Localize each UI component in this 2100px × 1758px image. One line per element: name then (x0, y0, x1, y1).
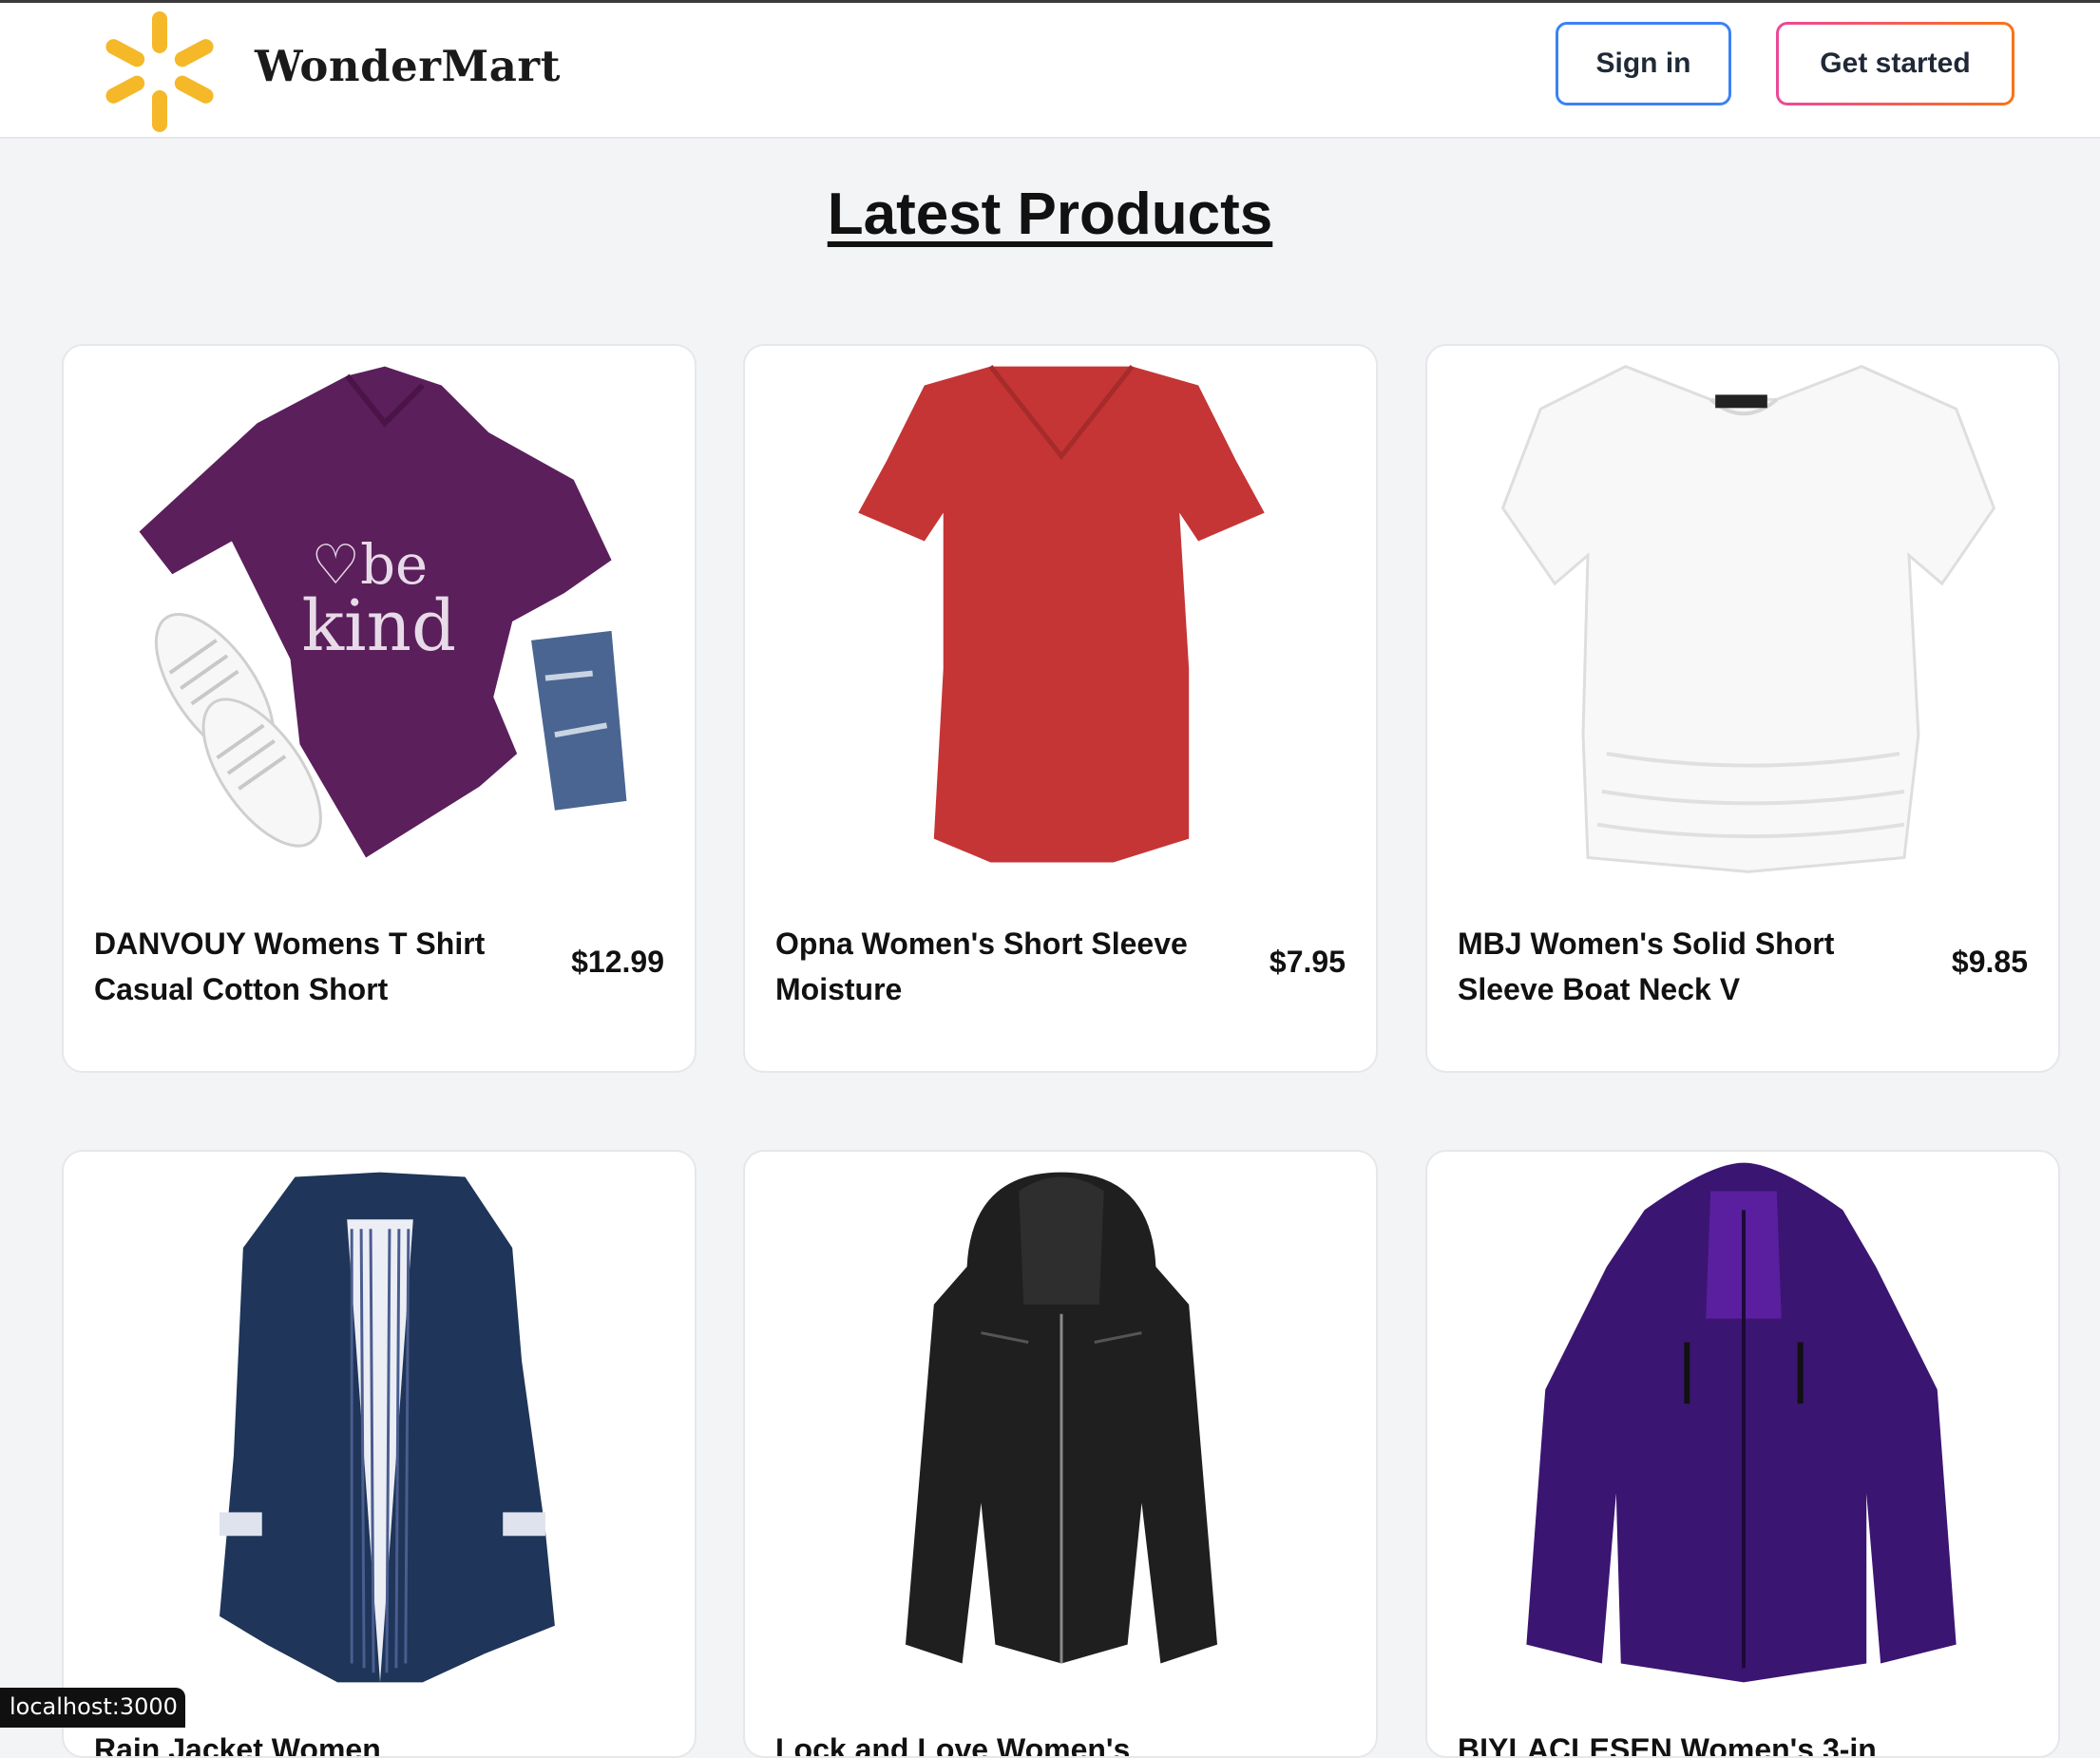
product-image[interactable]: ♡be kind (64, 346, 695, 888)
spark-icon[interactable] (100, 8, 220, 136)
product-card[interactable]: MBJ Women's Solid Short Sleeve Boat Neck… (1425, 344, 2060, 1073)
product-name[interactable]: Lock and Love Women's (775, 1727, 1203, 1756)
get-started-button[interactable]: Get started (1776, 22, 2014, 105)
brand-name[interactable]: WonderMart (255, 41, 561, 91)
product-image[interactable] (64, 1152, 695, 1693)
product-image[interactable] (1427, 1152, 2058, 1693)
product-price: $7.95 (1269, 945, 1346, 979)
product-price: $9.85 (1951, 945, 2028, 979)
product-price: $12.99 (571, 945, 664, 979)
product-name[interactable]: Rain Jacket Women (94, 1727, 522, 1756)
product-name[interactable]: Opna Women's Short Sleeve Moisture (775, 921, 1203, 1012)
sign-in-button[interactable]: Sign in (1556, 22, 1731, 105)
product-name[interactable]: DANVOUY Womens T Shirt Casual Cotton Sho… (94, 921, 522, 1012)
product-card[interactable]: BIYLACLESEN Women's 3-in (1425, 1150, 2060, 1758)
product-image[interactable] (745, 346, 1376, 888)
product-image[interactable] (745, 1152, 1376, 1693)
product-card[interactable]: Opna Women's Short Sleeve Moisture $7.95 (743, 344, 1378, 1073)
product-card[interactable]: Rain Jacket Women (62, 1150, 697, 1758)
product-name[interactable]: MBJ Women's Solid Short Sleeve Boat Neck… (1458, 921, 1885, 1012)
product-card[interactable]: ♡be kind DANVOUY Womens T Shirt Casual C… (62, 344, 697, 1073)
site-header: WonderMart Sign in Get started (0, 3, 2100, 139)
status-bar-url: localhost:3000 (0, 1688, 185, 1728)
page-title: Latest Products (827, 182, 1273, 247)
product-image[interactable] (1427, 346, 2058, 888)
product-name[interactable]: BIYLACLESEN Women's 3-in (1458, 1727, 1885, 1756)
product-card[interactable]: Lock and Love Women's (743, 1150, 1378, 1758)
svg-text:kind: kind (301, 586, 456, 667)
